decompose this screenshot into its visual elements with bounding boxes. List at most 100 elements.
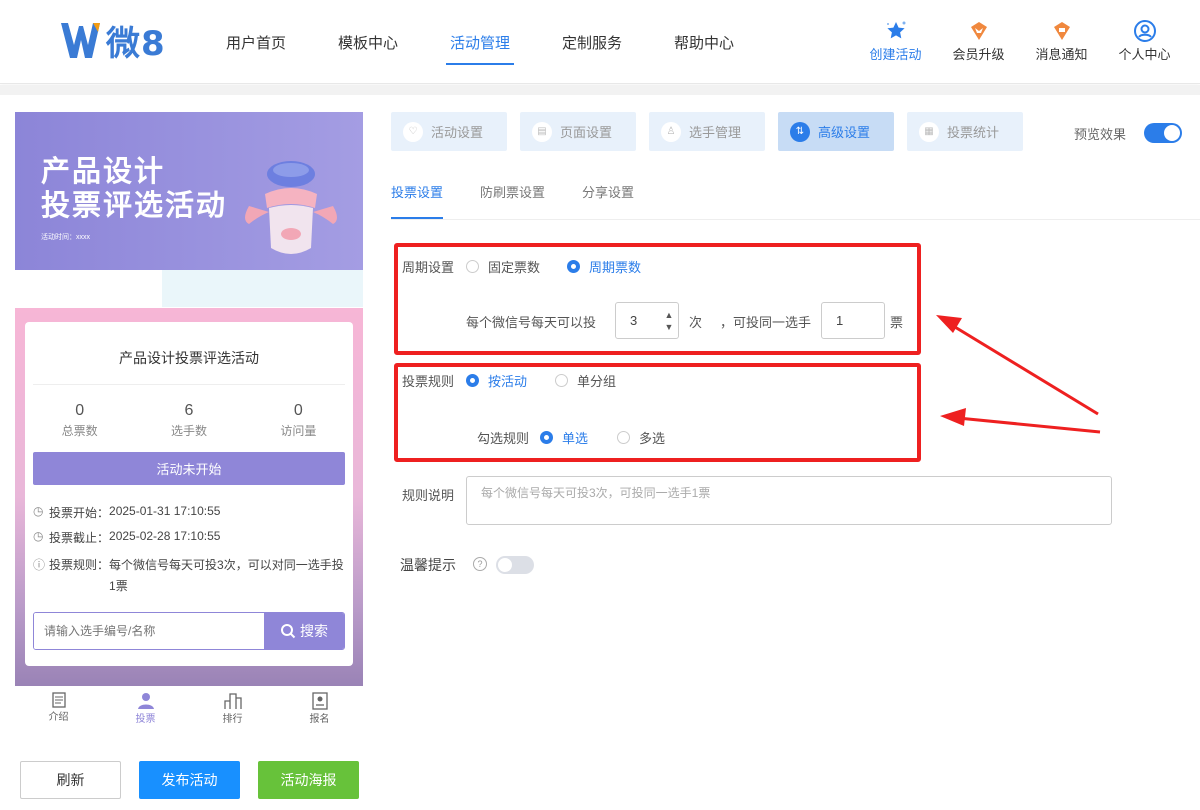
radio-circle — [466, 260, 479, 273]
step-tab-label: 投票统计 — [947, 125, 1000, 140]
subtab-underline — [391, 219, 1200, 220]
radio-label: 多选 — [639, 431, 666, 446]
card-divider — [33, 384, 345, 385]
arrow-line-upper — [949, 322, 1099, 416]
top-navigation-bar: 微8 用户首页 模板中心 活动管理 定制服务 帮助中心 创建活动 会员升级 消息… — [0, 0, 1200, 84]
vote-start-row: ◷ 投票开始： 2025-01-31 17:10:55 — [33, 504, 345, 521]
tab-player-management[interactable]: ♙ 选手管理 — [649, 112, 765, 151]
tab-vote[interactable]: 投票 — [102, 686, 189, 734]
tab-activity-settings[interactable]: ♡ 活动设置 — [391, 112, 507, 151]
star-icon — [883, 18, 909, 44]
nav-activity-management[interactable]: 活动管理 — [424, 0, 536, 84]
vote-start-value: 2025-01-31 17:10:55 — [109, 504, 221, 518]
radio-label: 周期票数 — [589, 260, 642, 275]
radio-label: 单选 — [562, 431, 589, 446]
info-icon: ⓘ — [33, 558, 46, 572]
subtab-vote-settings[interactable]: 投票设置 — [391, 182, 444, 219]
step-tab-label: 高级设置 — [818, 125, 871, 140]
tips-label: 温馨提示 — [400, 557, 456, 573]
stat-visits: 0 访问量 — [244, 402, 353, 439]
preview-toggle-switch[interactable] — [1144, 123, 1183, 143]
stat-value: 0 — [293, 402, 303, 419]
help-icon[interactable]: ? — [473, 557, 487, 571]
nav-templates[interactable]: 模板中心 — [312, 0, 424, 84]
product-bottle-image — [245, 161, 337, 254]
rule-description-textarea[interactable]: 每个微信号每天可投3次，可投同一选手1票 — [466, 476, 1112, 525]
create-activity-label: 创建活动 — [869, 47, 922, 62]
subtab-anti-fraud[interactable]: 防刷票设置 — [480, 182, 545, 219]
nav-help-center[interactable]: 帮助中心 — [648, 0, 760, 84]
search-button-label: 搜索 — [300, 623, 328, 639]
activity-status-button[interactable]: 活动未开始 — [33, 452, 345, 485]
radio-label: 固定票数 — [488, 260, 541, 275]
tab-label: 投票 — [135, 714, 156, 725]
vote-start-label: 投票开始： — [49, 506, 110, 520]
check-option-multiple[interactable]: 多选 — [617, 428, 665, 447]
cycle-settings-label: 周期设置 — [402, 260, 455, 275]
stat-total-votes: 0 总票数 — [25, 402, 134, 439]
publish-activity-button[interactable]: 发布活动 — [139, 761, 240, 799]
stat-player-count: 6 选手数 — [134, 402, 243, 439]
arrow-line-lower — [957, 416, 1101, 434]
stepper-arrows[interactable]: ▲ ▼ — [660, 303, 678, 338]
same-player-label: ，可投同一选手 — [720, 315, 812, 330]
statistics-icon: ▦ — [919, 121, 939, 142]
tab-intro[interactable]: 介绍 — [15, 686, 102, 734]
clock-icon: ◷ — [33, 529, 44, 543]
logo-w-icon — [61, 23, 100, 58]
tab-advanced-settings[interactable]: ⇅ 高级设置 — [778, 112, 894, 151]
member-upgrade-button[interactable]: 会员升级 — [937, 18, 1020, 63]
rule-option-by-activity[interactable]: 按活动 — [466, 371, 527, 390]
rule-option-single-group[interactable]: 单分组 — [555, 371, 616, 390]
arrow-head-lower — [940, 408, 966, 426]
person-icon — [137, 693, 154, 709]
check-rule-label: 勾选规则 — [477, 431, 530, 446]
check-option-single[interactable]: 单选 — [540, 428, 588, 447]
tab-ranking[interactable]: 排行 — [189, 686, 276, 734]
clock-icon: ◷ — [33, 504, 44, 518]
preview-body: 产品设计投票评选活动 0 总票数 6 选手数 0 访问量 活动未开始 ◷ 投票开… — [15, 308, 363, 686]
preview-tabbar: 介绍 投票 排行 报名 — [15, 686, 363, 734]
per-day-stepper[interactable]: 3 ▲ ▼ — [615, 302, 679, 339]
banner-title-line2: 投票评选活动 — [41, 188, 228, 222]
personal-center-button[interactable]: 个人中心 — [1103, 18, 1186, 63]
same-player-input[interactable]: 1 — [821, 302, 885, 339]
stat-value: 6 — [184, 402, 194, 419]
step-tab-label: 活动设置 — [431, 125, 484, 140]
vote-rule-label: 投票规则： — [49, 558, 110, 572]
player-search-input[interactable] — [34, 613, 264, 649]
site-logo[interactable]: 微8 — [60, 18, 166, 64]
tab-signup[interactable]: 报名 — [276, 686, 363, 734]
cycle-option-periodic[interactable]: 周期票数 — [567, 257, 641, 276]
same-player-unit: 票 — [890, 315, 904, 330]
create-activity-button[interactable]: 创建活动 — [854, 18, 937, 63]
logo-text: 微8 — [106, 23, 166, 64]
sliders-icon: ⇅ — [790, 121, 810, 142]
member-upgrade-label: 会员升级 — [952, 47, 1005, 62]
nav-home[interactable]: 用户首页 — [200, 0, 312, 84]
refresh-button[interactable]: 刷新 — [20, 761, 121, 799]
heart-icon: ♡ — [403, 121, 423, 142]
radio-circle — [540, 431, 553, 444]
bottom-actions: 刷新 发布活动 活动海报 — [20, 761, 377, 799]
banner-accent-strip — [162, 270, 363, 307]
bell-icon — [1049, 18, 1075, 44]
cycle-option-fixed[interactable]: 固定票数 — [466, 257, 540, 276]
rule-description-label: 规则说明 — [402, 488, 455, 503]
stat-label: 总票数 — [61, 424, 98, 438]
radio-label: 按活动 — [488, 374, 528, 389]
stepper-down-icon[interactable]: ▼ — [665, 321, 674, 333]
tab-page-settings[interactable]: ▤ 页面设置 — [520, 112, 636, 151]
settings-step-tabs: ♡ 活动设置 ▤ 页面设置 ♙ 选手管理 ⇅ 高级设置 ▦ 投票统计 — [391, 112, 1036, 151]
search-button[interactable]: 搜索 — [264, 613, 344, 649]
tips-toggle-switch[interactable] — [496, 556, 534, 574]
stepper-up-icon[interactable]: ▲ — [665, 309, 674, 321]
subtab-share-settings[interactable]: 分享设置 — [582, 182, 634, 219]
header-divider — [0, 85, 1200, 95]
tab-label: 报名 — [309, 714, 330, 725]
tab-vote-statistics[interactable]: ▦ 投票统计 — [907, 112, 1023, 151]
activity-poster-button[interactable]: 活动海报 — [258, 761, 359, 799]
nav-custom-service[interactable]: 定制服务 — [536, 0, 648, 84]
card-title: 产品设计投票评选活动 — [119, 350, 259, 366]
notifications-button[interactable]: 消息通知 — [1020, 18, 1103, 63]
